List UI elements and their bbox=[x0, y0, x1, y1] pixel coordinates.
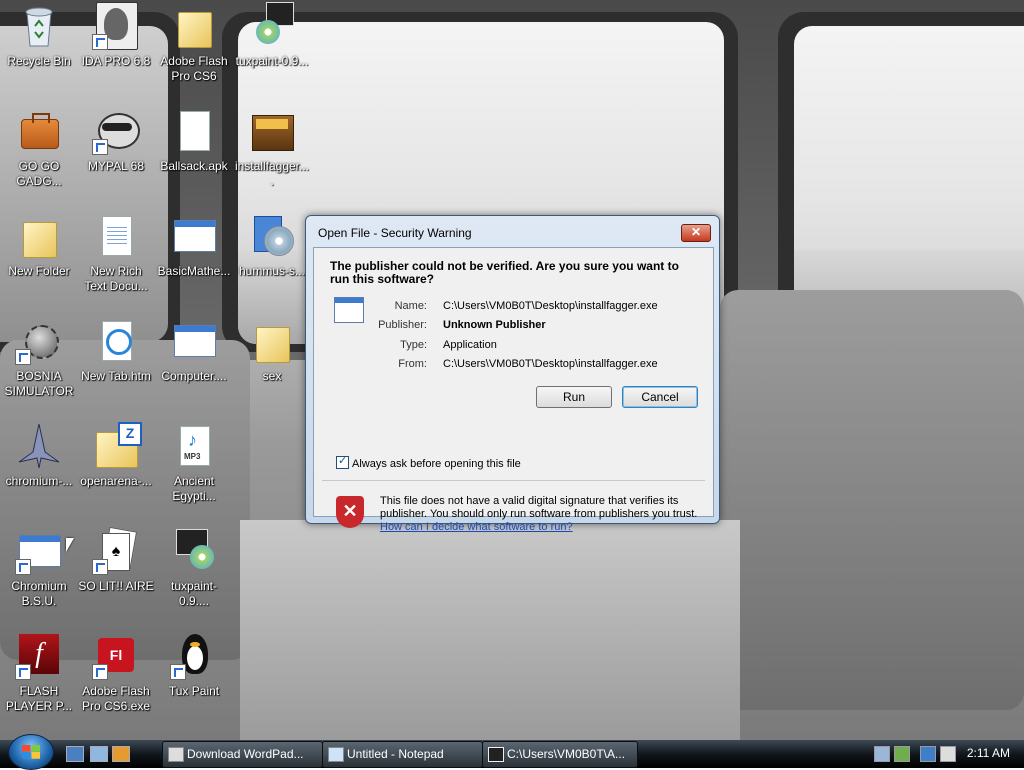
mouse-cursor bbox=[66, 538, 74, 552]
html-document-icon bbox=[92, 317, 140, 365]
desktop-icon-openarena[interactable]: Z openarena-... bbox=[78, 422, 154, 489]
file-icon bbox=[170, 107, 218, 155]
task-download-wordpad[interactable]: Download WordPad... bbox=[162, 741, 323, 768]
task-7zip[interactable]: C:\Users\VM0B0T\A... bbox=[482, 741, 638, 768]
security-warning-dialog: Open File - Security Warning ✕ The publi… bbox=[305, 215, 720, 533]
folder-icon bbox=[248, 317, 296, 365]
desktop-icon-chromium-jet[interactable]: chromium-... bbox=[1, 422, 77, 489]
ida-pro-icon bbox=[92, 2, 140, 50]
tuxpaint-installer-icon bbox=[170, 527, 218, 575]
field-publisher-key: Publisher: bbox=[378, 319, 427, 331]
desktop-background: Recycle Bin IDA PRO 6.8 Adobe Flash Pro … bbox=[0, 0, 1024, 740]
wordpad-icon bbox=[168, 747, 184, 762]
application-file-icon bbox=[334, 297, 364, 323]
bench-right bbox=[720, 290, 1024, 710]
checkbox-checked-icon[interactable] bbox=[336, 454, 349, 469]
field-from-value: C:\Users\VM0B0T\Desktop\installfagger.ex… bbox=[443, 358, 658, 370]
desktop-icon-ida-pro[interactable]: IDA PRO 6.8 bbox=[78, 2, 154, 69]
desktop-icon-ancient-egypt-mp3[interactable]: MP3 ♪ Ancient Egypti... bbox=[156, 422, 232, 504]
warning-message: This file does not have a valid digital … bbox=[380, 495, 698, 534]
folder-icon bbox=[15, 212, 63, 260]
raccoon-icon bbox=[92, 107, 140, 155]
clock[interactable]: 2:11 AM bbox=[967, 746, 1010, 760]
desktop-icon-tux-paint[interactable]: Tux Paint bbox=[156, 632, 232, 699]
dialog-close-button[interactable]: ✕ bbox=[681, 224, 711, 242]
field-name: Name: C:\Users\VM0B0T\Desktop\installfag… bbox=[364, 300, 658, 312]
field-name-value: C:\Users\VM0B0T\Desktop\installfagger.ex… bbox=[443, 300, 658, 312]
field-from: From: C:\Users\VM0B0T\Desktop\installfag… bbox=[364, 358, 657, 370]
briefcase-icon bbox=[15, 107, 63, 155]
always-ask-checkbox[interactable]: Always ask before opening this file bbox=[336, 454, 521, 470]
desktop-icon-adobe-flash-folder[interactable]: Adobe Flash Pro CS6 bbox=[156, 2, 232, 84]
quick-launch-app-icon[interactable] bbox=[112, 746, 130, 762]
jet-icon bbox=[15, 422, 63, 470]
installer-icon bbox=[248, 107, 296, 155]
notepad-icon bbox=[328, 747, 344, 762]
desktop-icon-new-folder[interactable]: New Folder bbox=[1, 212, 77, 279]
zip-folder-icon: Z bbox=[92, 422, 142, 470]
desktop-icon-recycle-bin[interactable]: Recycle Bin bbox=[1, 2, 77, 69]
switch-windows-icon[interactable] bbox=[90, 746, 108, 762]
divider bbox=[322, 480, 705, 481]
mp3-file-icon: MP3 ♪ bbox=[170, 422, 218, 470]
warning-text: This file does not have a valid digital … bbox=[380, 495, 698, 520]
desktop-icon-bosnia-simulator[interactable]: BOSNIA SIMULATOR bbox=[1, 317, 77, 399]
spiked-ball-icon bbox=[15, 317, 63, 365]
flash-player-icon: f bbox=[15, 632, 63, 680]
desktop-icon-tuxpaint-installer-top[interactable]: tuxpaint-0.9... bbox=[234, 2, 310, 69]
task-notepad[interactable]: Untitled - Notepad bbox=[322, 741, 483, 768]
start-button[interactable] bbox=[8, 734, 54, 770]
dialog-body: The publisher could not be verified. Are… bbox=[313, 247, 714, 533]
desktop-icon-installfagger[interactable]: installfagger.... bbox=[234, 107, 310, 189]
cd-installer-icon bbox=[248, 212, 296, 260]
field-type-value: Application bbox=[443, 339, 497, 351]
desktop-icon-sex-folder[interactable]: sex bbox=[234, 317, 310, 384]
desktop-icon-go-go-gadget[interactable]: GO GO GADG... bbox=[1, 107, 77, 189]
help-link[interactable]: How can I decide what software to run? bbox=[380, 521, 573, 533]
run-button[interactable]: Run bbox=[536, 386, 612, 408]
folder-icon bbox=[170, 2, 218, 50]
always-ask-label: Always ask before opening this file bbox=[352, 458, 521, 470]
dialog-question: The publisher could not be verified. Are… bbox=[330, 259, 679, 286]
desktop-icon-adobe-flash-exe[interactable]: Fl Adobe Flash Pro CS6.exe bbox=[78, 632, 154, 714]
cancel-button[interactable]: Cancel bbox=[622, 386, 698, 408]
floor bbox=[240, 520, 740, 740]
desktop-icon-hummus[interactable]: hummus-s... bbox=[234, 212, 310, 279]
field-type: Type: Application bbox=[364, 339, 497, 351]
tray-app-icon[interactable] bbox=[874, 746, 890, 762]
tray-connection-icon[interactable] bbox=[920, 746, 936, 762]
rich-text-document-icon bbox=[92, 212, 140, 260]
application-icon bbox=[170, 212, 218, 260]
speaker-muted-icon[interactable] bbox=[940, 746, 956, 762]
desktop-icon-computer[interactable]: Computer.... bbox=[156, 317, 232, 384]
dialog-title: Open File - Security Warning bbox=[318, 226, 472, 240]
desktop-icon-mypal[interactable]: MYPAL 68 bbox=[78, 107, 154, 174]
field-from-key: From: bbox=[398, 358, 427, 370]
security-shield-icon: ✕ bbox=[336, 496, 364, 528]
field-publisher: Publisher: Unknown Publisher bbox=[364, 319, 546, 331]
desktop-icon-ballsack-apk[interactable]: Ballsack.apk bbox=[156, 107, 232, 174]
field-publisher-value: Unknown Publisher bbox=[443, 319, 546, 331]
application-icon bbox=[15, 527, 63, 575]
recycle-bin-icon bbox=[15, 2, 63, 50]
tux-penguin-icon bbox=[170, 632, 218, 680]
cards-icon: ♠ bbox=[92, 526, 140, 575]
desktop-icon-flash-player[interactable]: f FLASH PLAYER P... bbox=[1, 632, 77, 714]
desktop-icon-basicmathe[interactable]: BasicMathe... bbox=[156, 212, 232, 279]
desktop-icon-new-rich-text[interactable]: New Rich Text Docu... bbox=[78, 212, 154, 294]
field-name-key: Name: bbox=[394, 300, 427, 312]
flash-pro-icon: Fl bbox=[92, 632, 140, 680]
application-icon bbox=[170, 317, 218, 365]
7zip-icon bbox=[488, 747, 504, 762]
tuxpaint-installer-icon bbox=[248, 2, 296, 50]
desktop-icon-tuxpaint-installer-bottom[interactable]: tuxpaint-0.9.... bbox=[156, 527, 232, 609]
desktop-icon-so-lit-aire[interactable]: ♠ SO LIT!! AIRE bbox=[78, 526, 154, 594]
show-desktop-icon[interactable] bbox=[66, 746, 84, 762]
tray-network-icon[interactable] bbox=[894, 746, 910, 762]
desktop-icon-new-tab-htm[interactable]: New Tab.htm bbox=[78, 317, 154, 384]
field-type-key: Type: bbox=[400, 339, 427, 351]
